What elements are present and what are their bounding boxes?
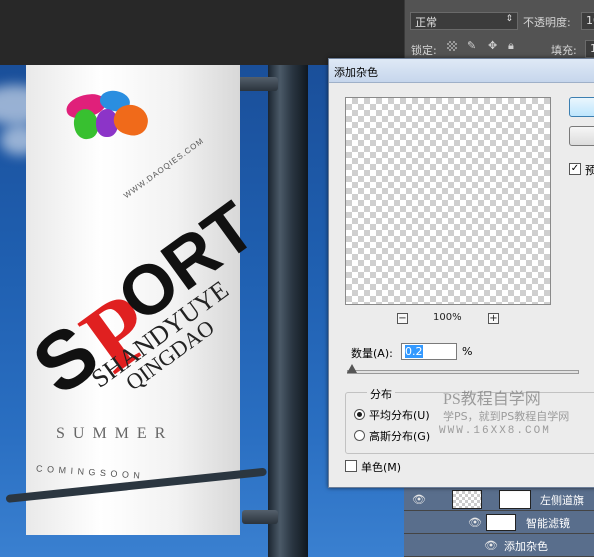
amount-slider-thumb[interactable] bbox=[347, 364, 357, 373]
amount-input[interactable]: 0.2 bbox=[401, 343, 457, 360]
layer-name: 添加杂色 bbox=[504, 540, 548, 553]
add-noise-dialog: 添加杂色 − 100% + ✓ 预 数量(A): 0.2 % 分布 平均分布(U… bbox=[328, 58, 594, 488]
site-url: WWW.DAOQIES.COM bbox=[122, 136, 206, 201]
lock-transparency-icon[interactable] bbox=[447, 41, 457, 51]
eye-icon[interactable]: 👁︎ bbox=[484, 539, 498, 552]
cancel-button[interactable] bbox=[569, 126, 594, 146]
amount-slider[interactable] bbox=[347, 370, 579, 374]
chevron-updown-icon: ⇕ bbox=[505, 14, 513, 24]
preview-label: 预 bbox=[585, 164, 594, 177]
dialog-title[interactable]: 添加杂色 bbox=[329, 59, 594, 83]
layer-name: 智能滤镜 bbox=[526, 517, 570, 530]
filter-mask-thumbnail bbox=[486, 514, 516, 531]
gaussian-label: 高斯分布(G) bbox=[369, 430, 431, 443]
blend-mode-value: 正常 bbox=[415, 16, 437, 29]
zoom-in-button[interactable]: + bbox=[488, 313, 499, 324]
layers-list: 👁︎ 左侧道旗 👁︎ 智能滤镜 👁︎ 添加杂色 bbox=[404, 488, 594, 557]
layer-row[interactable]: 👁︎ 添加杂色 bbox=[404, 534, 594, 557]
uniform-label: 平均分布(U) bbox=[369, 409, 430, 422]
watermark-subtitle: 学PS，就到PS教程自学网 bbox=[443, 410, 570, 423]
monochrome-checkbox[interactable] bbox=[345, 460, 357, 472]
blend-mode-select[interactable]: 正常 ⇕ bbox=[410, 12, 518, 30]
fill-input[interactable]: 10 bbox=[585, 40, 594, 58]
preview-area[interactable] bbox=[345, 97, 551, 305]
workspace-background bbox=[0, 0, 404, 65]
layer-mask-thumbnail bbox=[499, 490, 531, 509]
layer-name: 左侧道旗 bbox=[540, 494, 584, 507]
zoom-out-button[interactable]: − bbox=[397, 313, 408, 324]
watermark-title: PS教程自学网 bbox=[443, 391, 541, 408]
zoom-level: 100% bbox=[433, 312, 462, 323]
summer-text: S U M M E R bbox=[56, 425, 168, 442]
eye-icon[interactable]: 👁︎ bbox=[468, 516, 482, 529]
opacity-label: 不透明度: bbox=[523, 16, 571, 29]
brush-icon[interactable]: ✎ bbox=[467, 39, 476, 52]
amount-label: 数量(A): bbox=[351, 347, 393, 360]
watermark-url: WWW.16XX8.COM bbox=[439, 425, 551, 437]
monochrome-label: 单色(M) bbox=[361, 461, 402, 474]
opacity-input[interactable]: 10 bbox=[581, 12, 594, 30]
layer-row[interactable]: 👁︎ 左侧道旗 bbox=[404, 488, 594, 511]
uniform-radio[interactable] bbox=[354, 409, 365, 420]
amount-value: 0.2 bbox=[405, 345, 423, 358]
layer-row[interactable]: 👁︎ 智能滤镜 bbox=[404, 511, 594, 534]
preview-checkbox[interactable]: ✓ bbox=[569, 163, 581, 175]
lock-label: 锁定: bbox=[411, 44, 437, 57]
layers-panel-options: 正常 ⇕ 不透明度: 10 锁定: ✎ ✥ 🔒︎ 填充: 10 bbox=[404, 0, 594, 65]
eye-icon[interactable]: 👁︎ bbox=[412, 493, 426, 506]
move-icon[interactable]: ✥ bbox=[488, 39, 497, 52]
amount-unit: % bbox=[462, 345, 473, 358]
ok-button[interactable] bbox=[569, 97, 594, 117]
layer-thumbnail bbox=[452, 490, 482, 509]
gaussian-radio[interactable] bbox=[354, 430, 365, 441]
lock-icon[interactable]: 🔒︎ bbox=[508, 39, 514, 53]
street-pole bbox=[268, 65, 308, 557]
pole-bracket-bottom bbox=[242, 510, 278, 524]
fill-label: 填充: bbox=[551, 44, 577, 57]
street-banner: WWW.DAOQIES.COM S P ORT SHANDYUYE QINGDA… bbox=[17, 65, 269, 535]
coming-soon-text: C O M I N G S O O N bbox=[35, 463, 142, 481]
distribution-label: 分布 bbox=[367, 386, 395, 402]
